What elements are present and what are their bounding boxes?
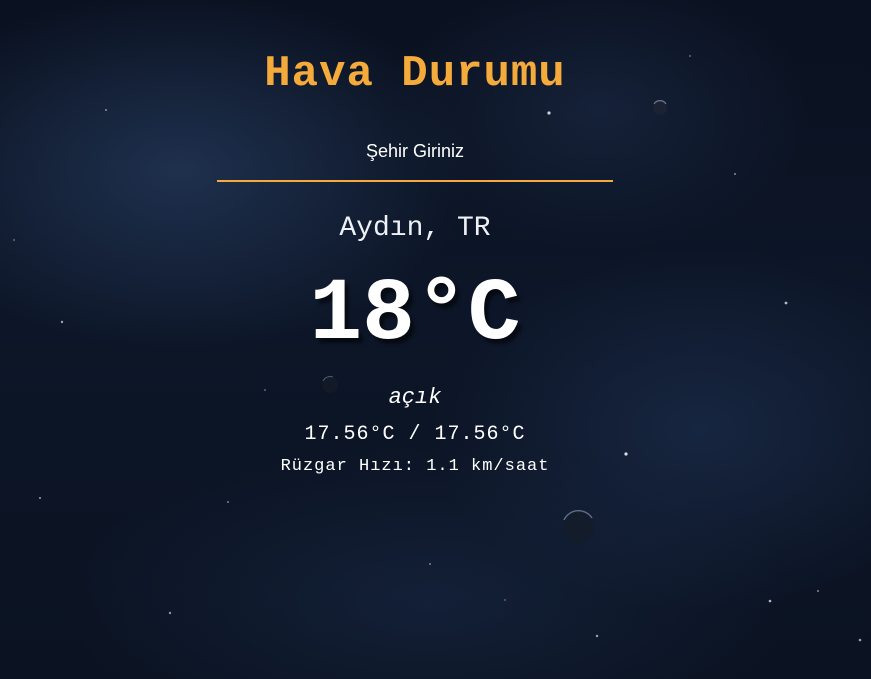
app-title: Hava Durumu — [264, 49, 566, 99]
min-max-temperature: 17.56°C / 17.56°C — [304, 423, 526, 446]
weather-condition: açık — [388, 385, 442, 410]
search-box — [217, 140, 613, 182]
city-search-input[interactable] — [217, 140, 613, 182]
location-label: Aydın, TR — [339, 213, 491, 244]
weather-app: Hava Durumu Aydın, TR 18°C açık 17.56°C … — [217, 48, 613, 478]
current-temperature: 18°C — [309, 266, 521, 365]
wind-speed: Rüzgar Hızı: 1.1 km/saat — [280, 457, 550, 476]
